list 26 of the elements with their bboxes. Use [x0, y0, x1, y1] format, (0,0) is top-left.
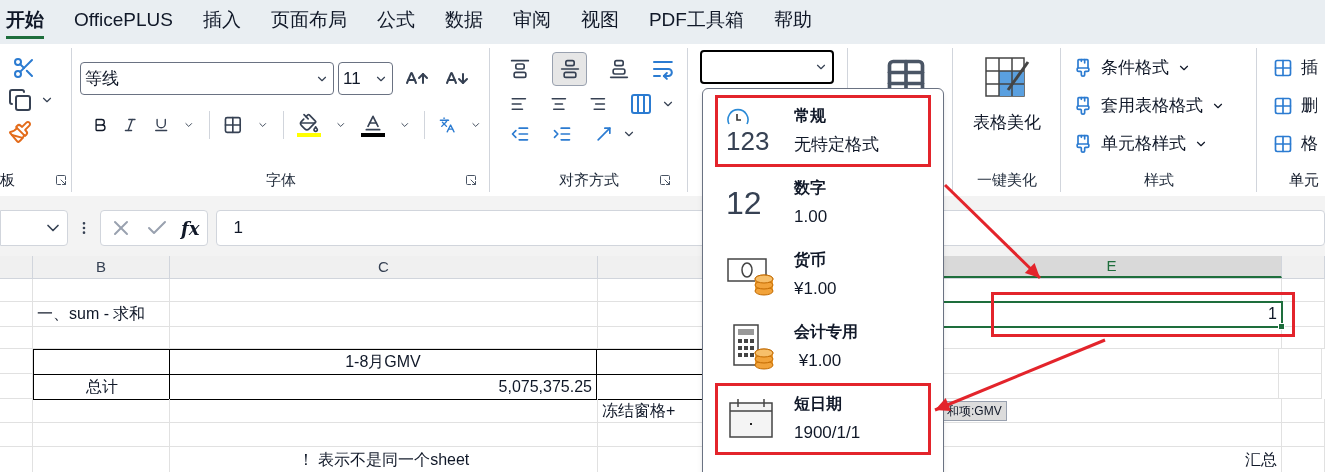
icon-number: 12	[726, 187, 763, 219]
option-title: 会计专用	[794, 322, 858, 343]
cell-text: 总计	[85, 377, 118, 397]
group-label: 字体	[265, 169, 296, 190]
group-label: 单元	[1288, 171, 1319, 188]
option-title: 数字	[794, 178, 827, 199]
option-example: 无特定格式	[794, 134, 879, 157]
option-example: 1900/1/1	[794, 422, 861, 445]
group-label: 一键美化	[976, 169, 1037, 190]
cell-text: 一、sum - 求和	[37, 304, 146, 324]
group-label: 板	[0, 169, 15, 190]
cell-text: 5,075,375.25	[498, 377, 592, 397]
cell-text: 冻结窗格+	[602, 400, 676, 421]
cell-text: 1	[1268, 304, 1277, 324]
option-title: 货币	[794, 250, 827, 271]
cell-text: 1-8月GMV	[345, 352, 421, 372]
group-label: 对齐方式	[558, 169, 619, 190]
option-title: 短日期	[794, 394, 843, 415]
cell-text: 汇总	[1245, 449, 1277, 470]
icon-number: 123	[726, 128, 770, 154]
option-title: 常规	[794, 106, 827, 127]
group-label: 样式	[1143, 169, 1174, 190]
option-example: ¥1.00	[797, 350, 843, 373]
cell-text: ！ 表示不是同一个sheet	[297, 449, 470, 470]
option-example: ¥1.00	[794, 278, 837, 301]
option-example: 1.00	[794, 206, 828, 229]
